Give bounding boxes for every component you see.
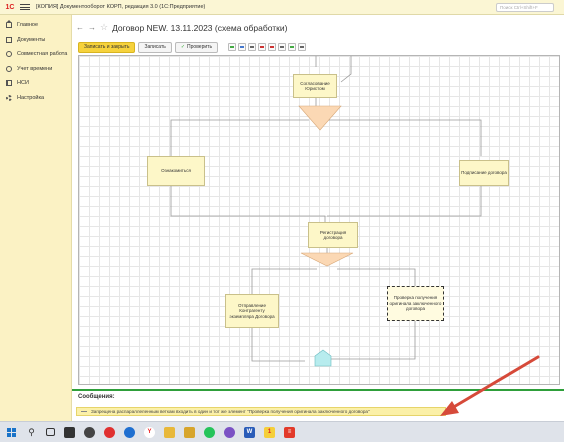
check-button[interactable]: ✓ Проверить — [174, 41, 219, 53]
sidebar-item-settings[interactable]: Настройка — [0, 91, 71, 106]
node-check-original[interactable]: Проверка получения оригинала заключенног… — [387, 286, 444, 321]
back-button[interactable]: ← — [76, 23, 84, 32]
team-icon — [6, 51, 12, 58]
sidebar-item-documents[interactable]: Документы — [0, 33, 71, 48]
add-process-icon[interactable] — [238, 43, 247, 51]
1c-icon[interactable]: 1 — [264, 426, 275, 438]
node-send-to-counterparty[interactable]: Отправление Контрагенту экземпляра Догов… — [225, 294, 279, 328]
sidebar-item-collaboration[interactable]: Совместная работа — [0, 47, 71, 62]
favorite-star-icon[interactable]: ☆ — [100, 22, 108, 33]
window-title: [КОПИЯ] Документооборот КОРП, редакция 3… — [36, 4, 206, 10]
add-stop-icon[interactable] — [258, 43, 267, 51]
app-icon[interactable] — [84, 426, 95, 438]
check-icon: ✓ — [180, 43, 186, 50]
messages-divider — [72, 389, 564, 391]
global-search-input[interactable]: Поиск Ctrl+Shift+F — [496, 3, 554, 12]
add-action-icon[interactable] — [228, 43, 237, 51]
message-item[interactable]: Запрещена распараллеленным веткам входит… — [76, 407, 446, 416]
record-icon[interactable] — [104, 426, 115, 438]
sidebar-item-time-tracking[interactable]: Учет времени — [0, 62, 71, 77]
file-explorer-icon[interactable] — [64, 426, 75, 438]
task-view-icon[interactable] — [46, 428, 55, 436]
node-familiarize[interactable]: Ознакомиться — [147, 156, 205, 186]
node-signing[interactable]: Подписание договора — [459, 160, 509, 186]
sidebar-item-label: Учет времени — [17, 65, 53, 72]
windows-taskbar: ⚲ Y W 1 ≡ — [0, 421, 564, 442]
save-button[interactable]: Записать — [138, 41, 172, 53]
viber-icon[interactable] — [224, 426, 235, 438]
add-merge-icon[interactable] — [298, 43, 307, 51]
add-split-icon[interactable] — [288, 43, 297, 51]
word-icon[interactable]: W — [244, 426, 255, 438]
diagram-tools — [228, 43, 308, 51]
yandex-browser-icon[interactable]: Y — [144, 426, 155, 438]
forward-button[interactable]: → — [88, 23, 96, 32]
page-title: Договор NEW. 13.11.2023 (схема обработки… — [112, 22, 288, 33]
node-registration[interactable]: Регистрация договора — [308, 222, 358, 248]
search-icon[interactable]: ⚲ — [26, 427, 37, 438]
sidebar-item-nsi[interactable]: НСИ — [0, 76, 71, 91]
save-and-close-button[interactable]: Записать и закрыть — [78, 41, 136, 53]
clock-icon — [6, 65, 12, 72]
message-text: Запрещена распараллеленным веткам входит… — [91, 409, 370, 414]
sections-sidebar: Главное Документы Совместная работа Учет… — [0, 15, 72, 421]
sidebar-item-label: НСИ — [17, 80, 29, 87]
whatsapp-icon[interactable] — [204, 426, 215, 438]
form-toolbar: Записать и закрыть Записать ✓ Проверить — [72, 41, 564, 53]
folder-icon[interactable] — [184, 426, 195, 438]
sidebar-item-label: Главное — [17, 22, 39, 29]
folder-icon[interactable] — [164, 426, 175, 438]
process-diagram-canvas[interactable]: Согласование Юристом Ознакомиться Подпис… — [78, 55, 560, 385]
node-lawyer-approval[interactable]: Согласование Юристом — [293, 74, 337, 98]
add-condition-icon[interactable] — [268, 43, 277, 51]
message-bullet-icon — [81, 411, 87, 412]
media-icon[interactable] — [124, 426, 135, 438]
add-connector-icon[interactable] — [278, 43, 287, 51]
1c-app-icon[interactable]: ≡ — [284, 426, 295, 438]
main-content: ← → ☆ Договор NEW. 13.11.2023 (схема обр… — [72, 15, 564, 421]
book-icon — [6, 80, 12, 87]
gear-icon — [6, 94, 12, 101]
app-logo: 1С — [5, 3, 15, 11]
sidebar-item-main[interactable]: Главное — [0, 18, 71, 33]
sidebar-item-label: Документы — [17, 36, 46, 43]
end-node[interactable] — [314, 349, 332, 367]
messages-title: Сообщения: — [78, 394, 115, 400]
add-decoration-icon[interactable] — [248, 43, 257, 51]
split-node[interactable] — [300, 252, 354, 267]
home-icon — [6, 20, 12, 29]
document-icon — [6, 36, 12, 43]
window-titlebar: 1С [КОПИЯ] Документооборот КОРП, редакци… — [0, 0, 564, 15]
sidebar-item-label: Настройка — [17, 94, 45, 101]
diagram-connectors — [170, 56, 482, 367]
main-menu-icon[interactable] — [20, 2, 30, 12]
form-header: ← → ☆ Договор NEW. 13.11.2023 (схема обр… — [72, 15, 564, 40]
condition-node[interactable] — [298, 105, 342, 131]
sidebar-item-label: Совместная работа — [17, 51, 68, 58]
start-icon[interactable] — [6, 427, 17, 438]
check-button-label: Проверить — [187, 43, 213, 50]
